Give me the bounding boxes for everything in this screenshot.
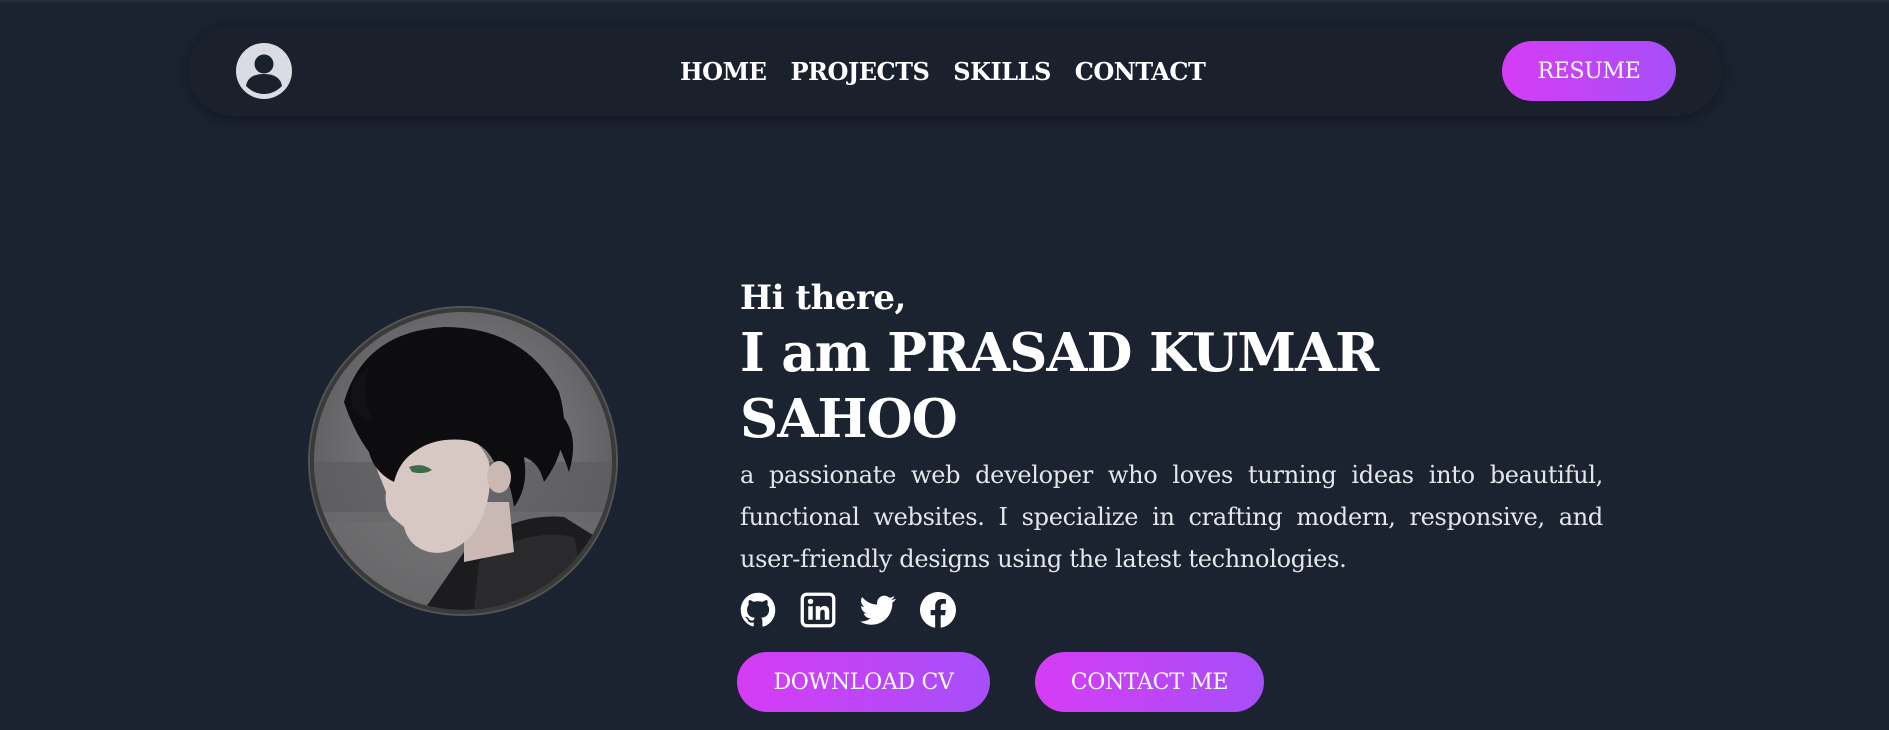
hero-actions: DOWNLOAD CV CONTACT ME <box>737 652 1605 712</box>
linkedin-icon[interactable] <box>800 592 836 628</box>
nav-links: HOME PROJECTS SKILLS CONTACT <box>680 26 1206 116</box>
resume-button[interactable]: RESUME <box>1502 41 1676 101</box>
nav-skills-link[interactable]: SKILLS <box>953 57 1051 86</box>
contact-me-button[interactable]: CONTACT ME <box>1035 652 1264 712</box>
github-icon[interactable] <box>740 592 776 628</box>
user-avatar-icon[interactable] <box>236 43 292 99</box>
social-links <box>740 590 1605 630</box>
download-cv-button[interactable]: DOWNLOAD CV <box>737 652 990 712</box>
nav-contact-link[interactable]: CONTACT <box>1075 57 1206 86</box>
nav-home-link[interactable]: HOME <box>680 57 767 86</box>
twitter-icon[interactable] <box>860 592 896 628</box>
profile-photo <box>310 308 616 614</box>
greeting-text: Hi there, <box>740 278 906 318</box>
nav-projects-link[interactable]: PROJECTS <box>790 57 929 86</box>
hero-bio: a passionate web developer who loves tur… <box>740 461 1603 573</box>
hero-name: I am PRASAD KUMAR SAHOO <box>740 322 1379 450</box>
hero-section: Hi there, I am PRASAD KUMAR SAHOO a pass… <box>737 276 1605 712</box>
facebook-icon[interactable] <box>920 592 956 628</box>
navbar: HOME PROJECTS SKILLS CONTACT RESUME <box>188 26 1722 116</box>
profile-illustration <box>314 327 612 610</box>
page: HOME PROJECTS SKILLS CONTACT RESUME Hi t… <box>0 0 1889 730</box>
